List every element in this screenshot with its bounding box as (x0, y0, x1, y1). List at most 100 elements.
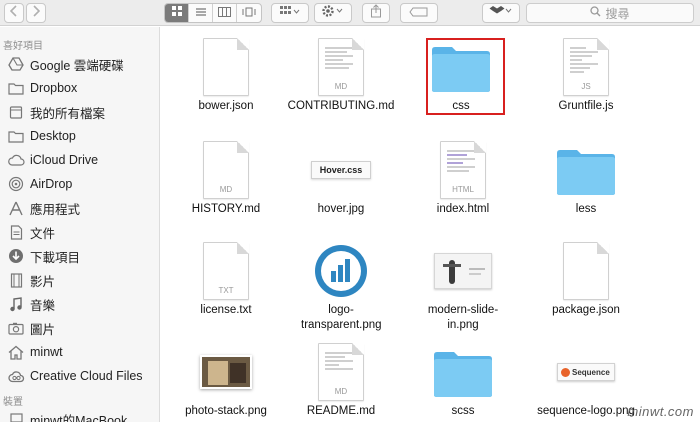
image-thumbnail: Sequence (521, 340, 651, 404)
sidebar-item-label: iCloud Drive (30, 153, 99, 167)
markdown-file-icon: MD (161, 138, 291, 202)
arrange-button[interactable] (271, 3, 309, 23)
sidebar-item-desktop[interactable]: Desktop (0, 125, 159, 147)
image-thumbnail (398, 239, 528, 303)
sidebar-item-label: 音樂 (30, 298, 56, 313)
columns-icon (218, 4, 231, 22)
sidebar-item-documents[interactable]: 文件 (0, 221, 159, 243)
all-files-icon (7, 104, 25, 120)
file-name: modern-slide-in.png (427, 304, 499, 331)
sidebar-item-label: 圖片 (30, 322, 56, 337)
forward-button[interactable] (26, 3, 46, 23)
document-icon (161, 35, 291, 99)
pictures-icon (7, 320, 25, 336)
markdown-file-icon: MD (276, 340, 406, 404)
sidebar-item-google-drive[interactable]: Google 雲端硬碟 (0, 53, 159, 75)
file-name: hover.jpg (317, 203, 365, 215)
search-placeholder: 搜尋 (605, 6, 630, 21)
sidebar-item-all-files[interactable]: 我的所有檔案 (0, 101, 159, 123)
folder-icon (7, 128, 25, 144)
list-icon (195, 4, 207, 22)
file-name: CONTRIBUTING.md (287, 100, 395, 112)
movies-icon (7, 272, 25, 288)
file-name: README.md (306, 405, 376, 417)
folder-icon (398, 342, 528, 406)
laptop-icon (7, 411, 25, 422)
sidebar-item-label: Google 雲端硬碟 (30, 58, 124, 73)
sidebar-item-label: minwt (30, 345, 63, 359)
sidebar-item-music[interactable]: 音樂 (0, 293, 159, 315)
sidebar-item-label: 下載項目 (30, 250, 81, 265)
search-icon (590, 6, 601, 20)
file-name: less (575, 203, 597, 215)
action-button[interactable] (314, 3, 352, 23)
folder-icon (521, 140, 651, 204)
image-thumbnail: Hover.css (276, 138, 406, 202)
music-icon (7, 296, 25, 312)
tag-icon (409, 4, 429, 22)
file-name: logo-transparent.png (301, 304, 382, 331)
sidebar-item-label: Desktop (30, 129, 76, 143)
file-name: HISTORY.md (191, 203, 261, 215)
creative-cloud-icon (7, 368, 25, 384)
sidebar-item-pictures[interactable]: 圖片 (0, 317, 159, 339)
file-name: index.html (436, 203, 490, 215)
sidebar-item-movies[interactable]: 影片 (0, 269, 159, 291)
dropbox-button[interactable] (482, 3, 520, 23)
sidebar-item-label: AirDrop (30, 177, 73, 191)
image-thumbnail (161, 340, 291, 404)
sidebar-item-label: minwt的MacBook (30, 413, 128, 422)
list-view-button[interactable] (189, 4, 213, 22)
document-icon (7, 224, 25, 240)
sidebar-item-macbook[interactable]: minwt的MacBook (0, 408, 159, 422)
sequence-logo-icon (561, 367, 570, 377)
file-grid: bower.json MD CONTRIBUTING.md css JS Gru… (161, 27, 700, 422)
sidebar-item-label: 應用程式 (30, 202, 81, 217)
document-icon (521, 239, 651, 303)
sidebar-item-icloud-drive[interactable]: iCloud Drive (0, 149, 159, 171)
sidebar-item-home[interactable]: minwt (0, 341, 159, 363)
devices-header: 裝置 (3, 397, 23, 408)
icon-view-button[interactable] (165, 4, 189, 22)
sidebar-item-label: 文件 (30, 226, 56, 241)
dropbox-icon (489, 4, 513, 23)
coverflow-view-button[interactable] (237, 4, 261, 22)
file-name: license.txt (200, 304, 252, 316)
file-name: scss (451, 405, 475, 417)
chevron-left-icon (9, 4, 18, 22)
grid-icon (171, 4, 183, 22)
coverflow-icon (242, 4, 256, 22)
gear-icon (321, 4, 345, 23)
file-name: bower.json (198, 100, 254, 112)
search-field[interactable]: 搜尋 (526, 3, 694, 23)
toolbar: 搜尋 (0, 0, 700, 26)
sidebar-item-dropbox[interactable]: Dropbox (0, 77, 159, 99)
sidebar-item-downloads[interactable]: 下載項目 (0, 245, 159, 267)
sidebar-item-creative-cloud[interactable]: Creative Cloud Files (0, 365, 159, 387)
applications-icon (7, 200, 25, 216)
watermark: minwt.com (627, 404, 694, 419)
sidebar-item-label: 影片 (30, 274, 56, 289)
sidebar-item-airdrop[interactable]: AirDrop (0, 173, 159, 195)
logo-thumbnail (276, 239, 406, 303)
sidebar-item-label: Creative Cloud Files (30, 369, 143, 383)
sidebar: 喜好項目 Google 雲端硬碟 Dropbox 我的所有檔案 Desktop … (0, 27, 160, 422)
share-button[interactable] (362, 3, 390, 23)
share-icon (370, 3, 382, 23)
sidebar-item-label: Dropbox (30, 81, 78, 95)
arrange-grid-icon (279, 4, 301, 22)
cloud-icon (7, 152, 25, 168)
tag-button[interactable] (400, 3, 438, 23)
file-name: photo-stack.png (185, 405, 267, 417)
selection-highlight-box (426, 38, 505, 115)
folder-icon (7, 80, 25, 96)
favorites-header: 喜好項目 (3, 41, 43, 52)
sidebar-item-label: 我的所有檔案 (30, 106, 106, 121)
sidebar-item-applications[interactable]: 應用程式 (0, 197, 159, 219)
view-mode-segmented (164, 3, 262, 23)
back-button[interactable] (4, 3, 24, 23)
column-view-button[interactable] (213, 4, 237, 22)
text-file-icon: TXT (161, 239, 291, 303)
file-name: Gruntfile.js (558, 100, 614, 112)
markdown-file-icon: MD (276, 35, 406, 99)
